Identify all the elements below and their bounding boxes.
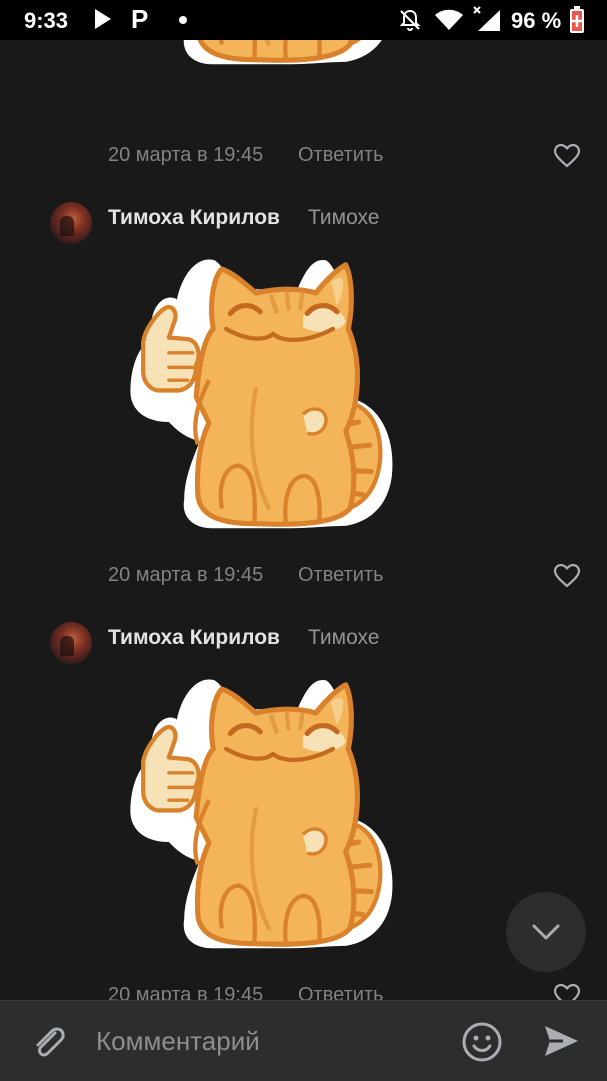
comment-author[interactable]: Тимоха Кирилов [108, 626, 280, 650]
comment-item: Тимоха Кирилов Тимохе 20 марта в 19:45 О… [0, 200, 607, 620]
comment-composer: Комментарий [0, 1000, 607, 1081]
like-heart-icon[interactable] [554, 144, 580, 168]
sticker-image [118, 40, 394, 70]
like-heart-icon[interactable] [554, 984, 580, 1000]
avatar[interactable] [50, 202, 92, 244]
chevron-down-icon [532, 924, 560, 940]
send-icon[interactable] [541, 1021, 581, 1061]
comment-time: 20 марта в 19:45 [108, 564, 264, 586]
reply-to-name[interactable]: Тимохе [308, 626, 379, 650]
wifi-icon [434, 9, 464, 36]
p-app-icon: P [131, 4, 149, 34]
comment-input[interactable]: Комментарий [96, 1019, 436, 1063]
comment-item: 20 марта в 19:45 Ответить [0, 40, 607, 180]
reply-to-name[interactable]: Тимохе [308, 206, 379, 230]
mute-icon [398, 8, 422, 37]
notification-dot-icon [179, 16, 187, 24]
play-icon [93, 7, 113, 36]
reply-button[interactable]: Ответить [298, 564, 384, 587]
avatar[interactable] [50, 622, 92, 664]
battery-percent: 96 % [511, 8, 562, 33]
status-bar: 9:33 P 96 % [0, 0, 607, 40]
comment-time: 20 марта в 19:45 [108, 144, 264, 166]
scroll-down-button[interactable] [506, 892, 586, 972]
emoji-icon[interactable] [461, 1021, 503, 1063]
paperclip-icon[interactable] [28, 1021, 68, 1061]
battery-icon [569, 6, 585, 39]
sticker-image [118, 252, 394, 534]
sticker-image [118, 672, 394, 954]
comments-feed[interactable]: 20 марта в 19:45 Ответить Тимоха Кирилов… [0, 40, 607, 1000]
like-heart-icon[interactable] [554, 564, 580, 588]
comment-time: 20 марта в 19:45 [108, 984, 264, 1000]
status-time: 9:33 [24, 8, 69, 33]
reply-button[interactable]: Ответить [298, 144, 384, 167]
signal-icon [472, 6, 502, 37]
reply-button[interactable]: Ответить [298, 984, 384, 1000]
comment-author[interactable]: Тимоха Кирилов [108, 206, 280, 230]
